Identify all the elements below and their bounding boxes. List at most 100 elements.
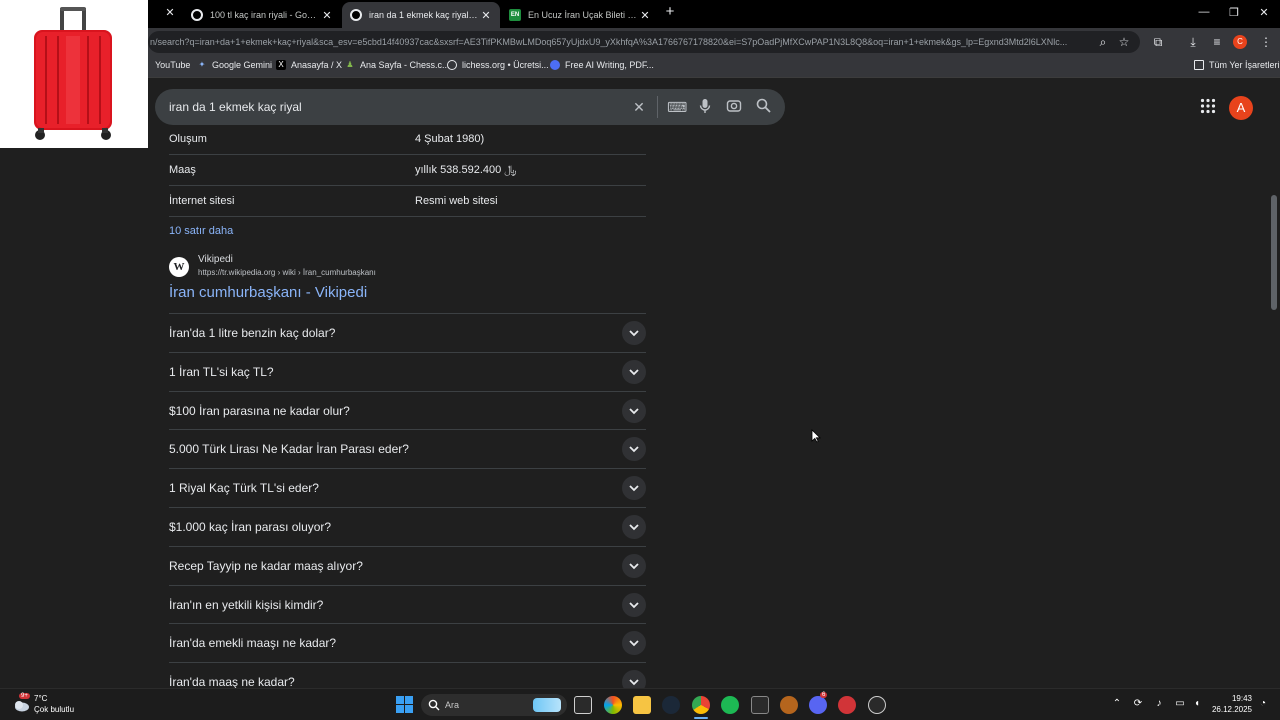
faq-question: 1 Riyal Kaç Türk TL'si eder? xyxy=(169,481,319,496)
address-bar[interactable]: n/search?q=iran+da+1+ekmek+kaç+riyal&sca… xyxy=(148,31,1140,53)
faq-question: $1.000 kaç İran parası oluyor? xyxy=(169,520,332,534)
minimize-icon[interactable]: — xyxy=(1196,6,1212,18)
search-input[interactable]: iran da 1 ekmek kaç riyal xyxy=(169,100,302,114)
chevron-down-icon[interactable] xyxy=(622,670,646,688)
source-url[interactable]: https://tr.wikipedia.org › wiki › İran_c… xyxy=(198,268,376,277)
ai-writing-icon xyxy=(550,60,560,70)
microphone-icon[interactable]: ♪ xyxy=(1152,698,1166,709)
faq-item[interactable]: 1 İran TL'si kaç TL? xyxy=(169,351,646,391)
bookmarks-bar: YouTube ✦ Google Gemini X Anasayfa / X ♟… xyxy=(0,56,1280,78)
media-control-icon[interactable]: ≡ xyxy=(1209,34,1225,50)
bookmark-youtube[interactable]: YouTube xyxy=(155,60,190,70)
enuygun-icon: EN xyxy=(509,9,521,21)
faq-item[interactable]: İran'ın en yetkili kişisi kimdir? xyxy=(169,584,646,624)
keyboard-icon[interactable]: ⌨ xyxy=(667,98,687,116)
taskbar-search[interactable]: Ara xyxy=(421,694,567,716)
close-icon[interactable]: ✕ xyxy=(637,9,653,22)
app-dark-icon[interactable] xyxy=(868,696,886,714)
sync-icon[interactable]: ⟳ xyxy=(1131,698,1145,709)
chevron-down-icon[interactable] xyxy=(622,321,646,345)
faq-item[interactable]: İran'da 1 litre benzin kaç dolar? xyxy=(169,313,646,352)
scrollbar[interactable] xyxy=(1268,79,1280,688)
minecraft-launcher-icon[interactable] xyxy=(780,696,798,714)
info-value: yıllık ﷼ 538.592.400 xyxy=(415,164,517,176)
task-view-icon[interactable] xyxy=(574,696,592,714)
clock-time[interactable]: 19:43 xyxy=(1222,694,1252,703)
download-icon[interactable]: ⤓ xyxy=(1185,34,1201,50)
close-icon[interactable]: ✕ xyxy=(478,9,494,22)
tab-title: 100 tl kaç iran riyali - Google'da xyxy=(210,10,319,20)
faq-item[interactable]: Recep Tayyip ne kadar maaş alıyor? xyxy=(169,545,646,585)
search-box[interactable]: iran da 1 ekmek kaç riyal ✕ ⌨ xyxy=(155,89,785,125)
discord-icon[interactable]: 6 xyxy=(809,692,828,714)
app-red-icon[interactable] xyxy=(838,696,856,714)
file-explorer-icon[interactable] xyxy=(633,696,651,714)
clock-date[interactable]: 26.12.2025 xyxy=(1206,705,1252,714)
faq-item[interactable]: İran'da emekli maaşı ne kadar? xyxy=(169,623,646,662)
weather-widget[interactable]: 9+ xyxy=(12,693,30,714)
info-row: Oluşum 4 Şubat 1980) xyxy=(169,124,646,155)
close-icon[interactable]: ✕ xyxy=(319,9,335,22)
tab-google-search-2[interactable]: iran da 1 ekmek kaç riyal - Goo ✕ xyxy=(342,2,500,28)
spotify-icon[interactable] xyxy=(721,696,739,714)
lichess-icon xyxy=(447,60,457,70)
search-highlight-icon xyxy=(533,698,561,712)
close-tab-icon[interactable]: ✕ xyxy=(162,6,178,19)
bookmark-label: Google Gemini xyxy=(212,60,273,70)
scrollbar-thumb[interactable] xyxy=(1271,195,1277,310)
steam-icon[interactable] xyxy=(662,696,680,714)
lens-icon[interactable] xyxy=(725,98,743,116)
bookmark-chess[interactable]: ♟ Ana Sayfa - Chess.c... xyxy=(345,60,449,70)
faq-item[interactable]: $100 İran parasına ne kadar olur? xyxy=(169,390,646,430)
bookmark-ai-writing[interactable]: Free AI Writing, PDF... xyxy=(550,60,654,70)
faq-item[interactable]: İran'da maaş ne kadar? xyxy=(169,662,646,688)
bookmark-lichess[interactable]: lichess.org • Ücretsi... xyxy=(447,60,549,70)
google-icon xyxy=(191,9,203,21)
account-avatar[interactable]: A xyxy=(1229,96,1253,120)
chevron-down-icon[interactable] xyxy=(622,398,646,423)
faq-item[interactable]: $1.000 kaç İran parası oluyor? xyxy=(169,507,646,546)
search-results-page: iran da 1 ekmek kaç riyal ✕ ⌨ A Oluşum 4… xyxy=(0,79,1280,688)
chevron-down-icon[interactable] xyxy=(622,553,646,578)
window-close-icon[interactable]: ✕ xyxy=(1256,6,1272,19)
chevron-down-icon[interactable] xyxy=(622,515,646,539)
tab-google-search-1[interactable]: 100 tl kaç iran riyali - Google'da ✕ xyxy=(183,2,341,28)
copilot-icon[interactable] xyxy=(604,696,622,714)
zoom-icon[interactable]: ⌕ xyxy=(1095,34,1111,50)
clear-icon[interactable]: ✕ xyxy=(630,98,648,116)
new-tab-icon[interactable]: + xyxy=(662,3,678,20)
start-icon[interactable] xyxy=(396,696,413,713)
bookmark-gemini[interactable]: ✦ Google Gemini xyxy=(197,60,272,70)
epic-games-icon[interactable] xyxy=(751,696,769,714)
source-title-link[interactable]: İran cumhurbaşkanı - Vikipedi xyxy=(169,284,367,301)
search-icon[interactable] xyxy=(754,98,772,116)
chevron-down-icon[interactable] xyxy=(622,476,646,501)
restore-icon[interactable]: ❐ xyxy=(1226,6,1242,19)
faq-item[interactable]: 5.000 Türk Lirası Ne Kadar İran Parası e… xyxy=(169,429,646,468)
chevron-down-icon[interactable] xyxy=(622,592,646,617)
microphone-icon[interactable] xyxy=(696,98,714,116)
notifications-icon[interactable]: ◔ xyxy=(1256,698,1270,709)
volume-icon[interactable]: ◖ xyxy=(1190,698,1204,709)
source-site-name[interactable]: Vikipedi xyxy=(198,254,233,265)
faq-question: İran'da emekli maaşı ne kadar? xyxy=(169,636,337,651)
official-site-link[interactable]: Resmi web sitesi xyxy=(415,195,498,207)
faq-item[interactable]: 1 Riyal Kaç Türk TL'si eder? xyxy=(169,468,646,507)
menu-icon[interactable]: ⋮ xyxy=(1258,34,1274,50)
browser-toolbar: n/search?q=iran+da+1+ekmek+kaç+riyal&sca… xyxy=(0,28,1280,56)
tab-flight-tickets[interactable]: EN En Ucuz İran Uçak Bileti Fiyatlar ✕ xyxy=(501,2,659,28)
chevron-down-icon[interactable] xyxy=(622,631,646,656)
bookmark-x[interactable]: X Anasayfa / X xyxy=(276,60,342,70)
extensions-icon[interactable]: ⧉ xyxy=(1150,34,1166,50)
weather-desc: Çok bulutlu xyxy=(34,705,75,714)
bookmark-star-icon[interactable]: ☆ xyxy=(1116,34,1132,50)
more-rows-link[interactable]: 10 satır daha xyxy=(169,225,233,237)
profile-avatar[interactable]: C xyxy=(1233,35,1247,49)
show-hidden-icons[interactable]: ⌃ xyxy=(1110,698,1124,709)
network-icon[interactable]: ▭ xyxy=(1173,698,1187,709)
chrome-icon[interactable] xyxy=(692,696,710,714)
chevron-down-icon[interactable] xyxy=(622,359,646,384)
chevron-down-icon[interactable] xyxy=(622,437,646,462)
google-apps-icon[interactable] xyxy=(1200,98,1216,114)
all-bookmarks-folder[interactable]: Tüm Yer İşaretleri xyxy=(1194,60,1280,70)
